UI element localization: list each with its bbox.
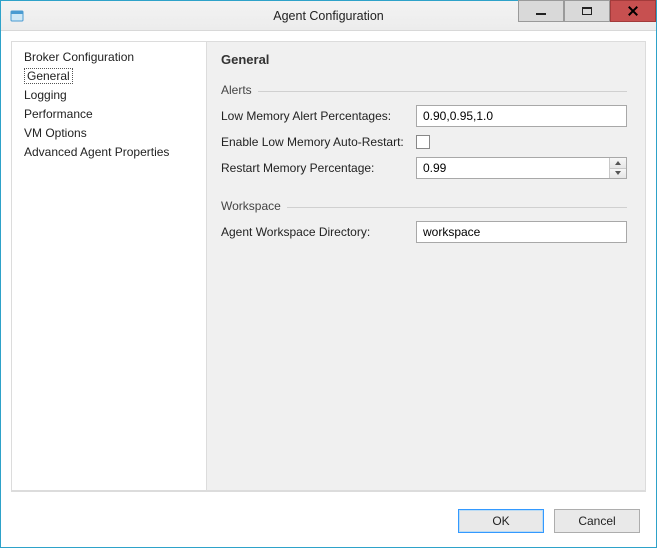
restart-percentage-input[interactable]: [417, 158, 609, 178]
window-controls: [518, 1, 656, 30]
spinner-up-button[interactable]: [610, 158, 626, 168]
ok-button-label: OK: [492, 514, 509, 528]
group-alerts-title: Alerts: [221, 83, 252, 97]
divider: [258, 91, 627, 92]
sidebar-item-general[interactable]: General: [12, 67, 206, 86]
group-alerts: Alerts Low Memory Alert Percentages: Ena…: [221, 83, 627, 187]
sidebar-item-broker-configuration[interactable]: Broker Configuration: [12, 48, 206, 67]
sidebar-item-label: Performance: [24, 107, 93, 121]
sidebar-item-label: VM Options: [24, 126, 87, 140]
sidebar-item-label: General: [24, 68, 73, 84]
spinner-buttons: [609, 158, 626, 178]
dialog-window: Agent Configuration Broker Configuration…: [0, 0, 657, 548]
group-workspace-title: Workspace: [221, 199, 281, 213]
dialog-footer: OK Cancel: [11, 491, 646, 539]
cancel-button-label: Cancel: [578, 514, 615, 528]
sidebar-item-label: Advanced Agent Properties: [24, 145, 169, 159]
maximize-icon: [582, 7, 592, 15]
spinner-down-button[interactable]: [610, 168, 626, 179]
titlebar[interactable]: Agent Configuration: [1, 1, 656, 31]
low-memory-percentages-label: Low Memory Alert Percentages:: [221, 109, 416, 123]
ok-button[interactable]: OK: [458, 509, 544, 533]
workspace-directory-input[interactable]: [416, 221, 627, 243]
cancel-button[interactable]: Cancel: [554, 509, 640, 533]
restart-percentage-spinner[interactable]: [416, 157, 627, 179]
restart-percentage-label: Restart Memory Percentage:: [221, 161, 416, 175]
chevron-down-icon: [615, 171, 621, 175]
divider: [287, 207, 627, 208]
low-memory-percentages-input[interactable]: [416, 105, 627, 127]
enable-auto-restart-label: Enable Low Memory Auto-Restart:: [221, 135, 416, 149]
sidebar-item-vm-options[interactable]: VM Options: [12, 124, 206, 143]
sidebar: Broker Configuration General Logging Per…: [11, 41, 206, 491]
app-icon: [9, 8, 25, 24]
workspace-directory-label: Agent Workspace Directory:: [221, 225, 416, 239]
sidebar-item-label: Logging: [24, 88, 67, 102]
close-button[interactable]: [610, 0, 656, 22]
close-icon: [628, 6, 638, 16]
chevron-up-icon: [615, 161, 621, 165]
minimize-button[interactable]: [518, 0, 564, 22]
enable-auto-restart-checkbox[interactable]: [416, 135, 430, 149]
minimize-icon: [536, 13, 546, 15]
group-workspace: Workspace Agent Workspace Directory:: [221, 199, 627, 251]
maximize-button[interactable]: [564, 0, 610, 22]
sidebar-item-performance[interactable]: Performance: [12, 105, 206, 124]
page-heading: General: [221, 52, 627, 67]
sidebar-item-label: Broker Configuration: [24, 50, 134, 64]
sidebar-item-logging[interactable]: Logging: [12, 86, 206, 105]
main-panel: General Alerts Low Memory Alert Percenta…: [206, 41, 646, 491]
dialog-body: Broker Configuration General Logging Per…: [1, 31, 656, 491]
sidebar-item-advanced-agent-properties[interactable]: Advanced Agent Properties: [12, 143, 206, 162]
